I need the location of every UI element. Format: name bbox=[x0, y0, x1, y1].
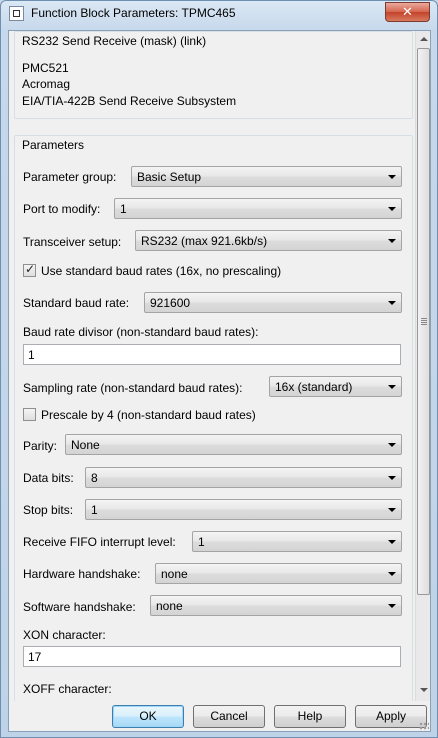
xon-value: 17 bbox=[28, 650, 42, 664]
dialog-client: RS232 Send Receive (mask) (link) PMC521 … bbox=[8, 30, 431, 732]
block-icon bbox=[9, 6, 24, 21]
help-label: Help bbox=[297, 709, 323, 723]
sampling-rate-select[interactable]: 16x (standard) bbox=[269, 376, 402, 397]
chevron-down-icon bbox=[388, 207, 396, 211]
chevron-down-icon bbox=[388, 508, 396, 512]
transceiver-setup-label: Transceiver setup: bbox=[23, 235, 122, 249]
checkmark-icon: ✓ bbox=[25, 262, 36, 276]
description-title: RS232 Send Receive (mask) (link) bbox=[22, 34, 207, 48]
data-bits-label: Data bits: bbox=[23, 471, 74, 485]
button-bar: OK Cancel Help Apply bbox=[9, 701, 430, 731]
fifo-level-value: 1 bbox=[198, 535, 205, 549]
baud-rate-divisor-value: 1 bbox=[28, 348, 35, 362]
parameters-scroll-area: RS232 Send Receive (mask) (link) PMC521 … bbox=[9, 31, 415, 701]
parameters-group: Parameters Parameter group: Basic Setup … bbox=[14, 135, 413, 701]
chevron-down-icon bbox=[388, 572, 396, 576]
use-standard-baud-checkbox[interactable]: ✓ bbox=[23, 262, 36, 277]
stop-bits-label: Stop bits: bbox=[23, 503, 74, 517]
chevron-down-icon bbox=[388, 175, 396, 179]
hardware-handshake-label: Hardware handshake: bbox=[23, 567, 141, 581]
dialog-window: Function Block Parameters: TPMC465 ✕ RS2… bbox=[0, 0, 438, 738]
port-to-modify-label: Port to modify: bbox=[23, 202, 101, 216]
parity-value: None bbox=[71, 438, 100, 452]
standard-baud-rate-select[interactable]: 921600 bbox=[144, 292, 402, 313]
grip-line bbox=[421, 320, 427, 321]
grip-line bbox=[421, 318, 427, 319]
hardware-handshake-select[interactable]: none bbox=[155, 563, 402, 584]
sampling-rate-value: 16x (standard) bbox=[275, 380, 353, 394]
parity-label: Parity: bbox=[23, 439, 58, 453]
parameter-group-select[interactable]: Basic Setup bbox=[131, 166, 402, 187]
transceiver-setup-value: RS232 (max 921.6kb/s) bbox=[141, 234, 268, 248]
apply-label: Apply bbox=[375, 709, 407, 723]
baud-rate-divisor-input[interactable]: 1 bbox=[23, 344, 401, 365]
software-handshake-select[interactable]: none bbox=[150, 595, 402, 616]
description-line: EIA/TIA-422B Send Receive Subsystem bbox=[22, 94, 237, 108]
fifo-level-label: Receive FIFO interrupt level: bbox=[23, 535, 176, 549]
vertical-scrollbar[interactable] bbox=[415, 31, 430, 701]
xon-label: XON character: bbox=[23, 628, 106, 642]
close-icon: ✕ bbox=[402, 4, 413, 19]
help-button[interactable]: Help bbox=[274, 705, 346, 728]
title-bar[interactable]: Function Block Parameters: TPMC465 ✕ bbox=[1, 1, 437, 29]
description-line: Acromag bbox=[22, 77, 71, 91]
apply-button[interactable]: Apply bbox=[355, 705, 427, 728]
chevron-down-icon bbox=[388, 239, 396, 243]
scroll-down-icon[interactable] bbox=[420, 688, 428, 692]
ok-button[interactable]: OK bbox=[112, 705, 184, 728]
description-group: RS232 Send Receive (mask) (link) PMC521 … bbox=[14, 31, 413, 119]
grip-line bbox=[421, 324, 427, 325]
stop-bits-select[interactable]: 1 bbox=[85, 499, 402, 520]
chevron-down-icon bbox=[388, 476, 396, 480]
chevron-down-icon bbox=[388, 301, 396, 305]
transceiver-setup-select[interactable]: RS232 (max 921.6kb/s) bbox=[135, 230, 402, 251]
port-to-modify-select[interactable]: 1 bbox=[114, 198, 402, 219]
use-standard-baud-label[interactable]: Use standard baud rates (16x, no prescal… bbox=[41, 264, 281, 278]
parameter-group-label: Parameter group: bbox=[23, 170, 117, 184]
prescale-label[interactable]: Prescale by 4 (non-standard baud rates) bbox=[41, 408, 256, 422]
close-button[interactable]: ✕ bbox=[385, 2, 430, 22]
resize-grip-icon[interactable] bbox=[419, 722, 429, 731]
window-title: Function Block Parameters: TPMC465 bbox=[31, 6, 236, 20]
stop-bits-value: 1 bbox=[91, 503, 98, 517]
scroll-up-icon[interactable] bbox=[420, 37, 428, 41]
port-to-modify-value: 1 bbox=[120, 202, 127, 216]
grip-line bbox=[421, 322, 427, 323]
parity-select[interactable]: None bbox=[65, 434, 402, 455]
software-handshake-value: none bbox=[156, 599, 183, 613]
parameters-title: Parameters bbox=[22, 138, 85, 152]
parameter-group-value: Basic Setup bbox=[137, 170, 202, 184]
standard-baud-rate-label: Standard baud rate: bbox=[23, 296, 130, 310]
sampling-rate-label: Sampling rate (non-standard baud rates): bbox=[23, 381, 243, 395]
baud-rate-divisor-label: Baud rate divisor (non-standard baud rat… bbox=[23, 325, 259, 339]
scrollbar-thumb[interactable] bbox=[417, 48, 430, 595]
standard-baud-rate-value: 921600 bbox=[150, 296, 191, 310]
chevron-down-icon bbox=[388, 604, 396, 608]
description-line: PMC521 bbox=[22, 61, 69, 75]
fifo-level-select[interactable]: 1 bbox=[192, 531, 402, 552]
data-bits-select[interactable]: 8 bbox=[85, 467, 402, 488]
software-handshake-label: Software handshake: bbox=[23, 600, 136, 614]
prescale-checkbox[interactable] bbox=[23, 408, 36, 421]
chevron-down-icon bbox=[388, 540, 396, 544]
chevron-down-icon bbox=[388, 385, 396, 389]
chevron-down-icon bbox=[388, 443, 396, 447]
xoff-label: XOFF character: bbox=[23, 682, 112, 696]
xon-input[interactable]: 17 bbox=[23, 646, 401, 667]
ok-label: OK bbox=[139, 709, 157, 723]
hardware-handshake-value: none bbox=[161, 567, 188, 581]
cancel-button[interactable]: Cancel bbox=[193, 705, 265, 728]
data-bits-value: 8 bbox=[91, 471, 98, 485]
cancel-label: Cancel bbox=[210, 709, 248, 723]
